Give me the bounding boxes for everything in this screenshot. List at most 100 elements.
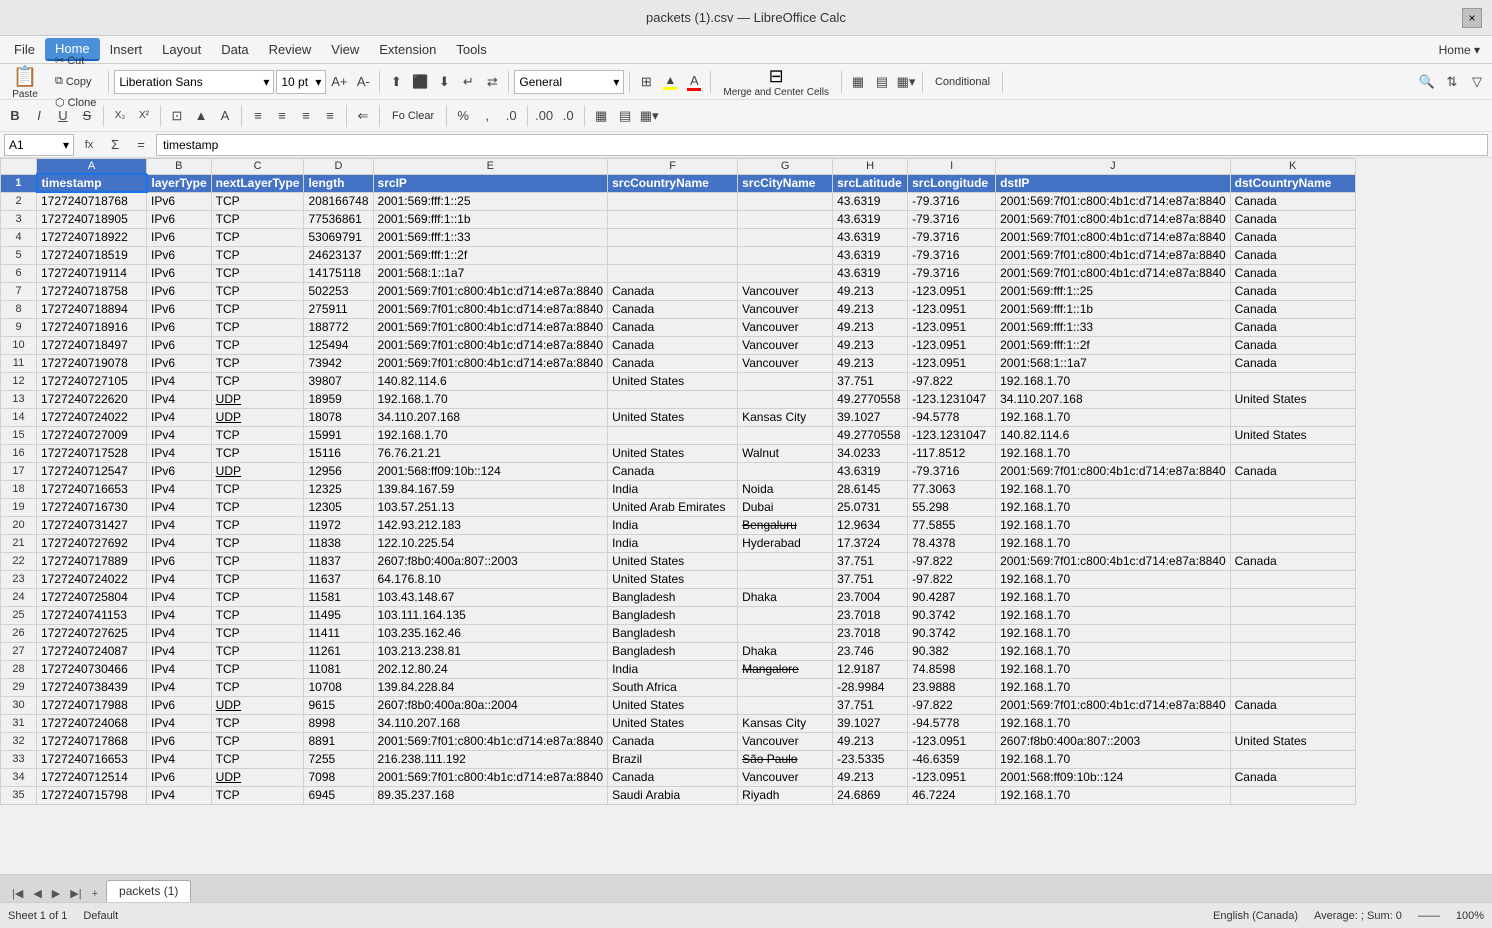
table-cell[interactable]: 1727240738439 xyxy=(37,678,147,696)
table-cell[interactable]: 2001:569:7f01:c800:4b1c:d714:e87a:8840 xyxy=(373,282,608,300)
close-button[interactable]: × xyxy=(1462,8,1482,28)
sheet-table-container[interactable]: A B C D E F G H I J K xyxy=(0,158,1492,874)
table-cell[interactable]: 1727240712547 xyxy=(37,462,147,480)
table-cell[interactable]: UDP xyxy=(211,390,304,408)
table-cell[interactable]: TCP xyxy=(211,714,304,732)
table-cell[interactable]: 2001:568:1::1a7 xyxy=(996,354,1231,372)
table-cell[interactable]: 140.82.114.6 xyxy=(373,372,608,390)
table-cell[interactable] xyxy=(1230,606,1355,624)
table-cell[interactable]: 43.6319 xyxy=(833,192,908,210)
table-cell[interactable]: United States xyxy=(608,714,738,732)
table-cell[interactable]: Kansas City xyxy=(738,714,833,732)
table-cell[interactable]: 43.6319 xyxy=(833,264,908,282)
table-cell[interactable]: 103.57.251.13 xyxy=(373,498,608,516)
table-cell[interactable] xyxy=(608,192,738,210)
table-cell[interactable]: 17.3724 xyxy=(833,534,908,552)
table-cell[interactable]: 192.168.1.70 xyxy=(996,714,1231,732)
cell-d1[interactable]: length xyxy=(304,174,373,192)
table-cell[interactable]: TCP xyxy=(211,624,304,642)
table-cell[interactable] xyxy=(738,264,833,282)
table-cell[interactable]: 25.0731 xyxy=(833,498,908,516)
table-cell[interactable]: -97.822 xyxy=(908,570,996,588)
table-cell[interactable]: Canada xyxy=(1230,336,1355,354)
table-cell[interactable]: 11581 xyxy=(304,588,373,606)
table-cell[interactable]: 77536861 xyxy=(304,210,373,228)
table-cell[interactable]: Bangladesh xyxy=(608,588,738,606)
table-cell[interactable]: 192.168.1.70 xyxy=(996,570,1231,588)
table-cell[interactable]: 2001:569:7f01:c800:4b1c:d714:e87a:8840 xyxy=(996,696,1231,714)
table-cell[interactable]: 1727240727625 xyxy=(37,624,147,642)
table-cell[interactable]: 37.751 xyxy=(833,372,908,390)
table-cell[interactable]: 11081 xyxy=(304,660,373,678)
table-cell[interactable]: 192.168.1.70 xyxy=(373,390,608,408)
sheet-tab-packets[interactable]: packets (1) xyxy=(106,880,191,902)
table-cell[interactable]: IPv4 xyxy=(147,516,212,534)
table-cell[interactable]: 2001:568:ff09:10b::124 xyxy=(996,768,1231,786)
table-cell[interactable]: 1727240716653 xyxy=(37,750,147,768)
col-header-f[interactable]: F xyxy=(608,159,738,175)
equals-button[interactable]: = xyxy=(130,134,152,156)
table-cell[interactable]: South Africa xyxy=(608,678,738,696)
formula-input[interactable]: timestamp xyxy=(156,134,1488,156)
table-cell[interactable]: 1727240718916 xyxy=(37,318,147,336)
table-cell[interactable] xyxy=(1230,570,1355,588)
table-cell[interactable]: IPv6 xyxy=(147,282,212,300)
table-cell[interactable]: Canada xyxy=(1230,192,1355,210)
cell-i1[interactable]: srcLongitude xyxy=(908,174,996,192)
table-cell[interactable]: -123.0951 xyxy=(908,282,996,300)
sum-button[interactable]: Σ xyxy=(104,134,126,156)
table-cell[interactable]: TCP xyxy=(211,444,304,462)
table-cell[interactable]: 23.7018 xyxy=(833,624,908,642)
table-cell[interactable]: IPv6 xyxy=(147,696,212,714)
table-cell[interactable]: Dhaka xyxy=(738,642,833,660)
merge-center-button[interactable]: ⊟ Merge and Center Cells xyxy=(716,63,836,101)
table-cell[interactable]: 18959 xyxy=(304,390,373,408)
font-size-selector[interactable]: 10 pt ▾ xyxy=(276,70,326,94)
table-cell[interactable] xyxy=(608,390,738,408)
table-cell[interactable]: -94.5778 xyxy=(908,714,996,732)
cell-style-button[interactable]: ▦ xyxy=(847,71,869,93)
table-cell[interactable]: Canada xyxy=(1230,354,1355,372)
table-cell[interactable] xyxy=(738,552,833,570)
table-cell[interactable]: IPv4 xyxy=(147,678,212,696)
table-cell[interactable]: IPv6 xyxy=(147,354,212,372)
zoom-slider[interactable]: —— xyxy=(1418,910,1440,922)
table-cell[interactable]: UDP xyxy=(211,462,304,480)
table-cell[interactable]: 10708 xyxy=(304,678,373,696)
table-cell[interactable]: 1727240719078 xyxy=(37,354,147,372)
table-cell[interactable]: 43.6319 xyxy=(833,228,908,246)
table-cell[interactable]: Vancouver xyxy=(738,768,833,786)
table-cell[interactable]: -123.0951 xyxy=(908,732,996,750)
font-color-button[interactable]: A xyxy=(683,71,705,93)
table-cell[interactable]: IPv6 xyxy=(147,264,212,282)
col-header-j[interactable]: J xyxy=(996,159,1231,175)
table-cell[interactable]: TCP xyxy=(211,264,304,282)
col-header-b[interactable]: B xyxy=(147,159,212,175)
table-cell[interactable]: 49.213 xyxy=(833,318,908,336)
table-cell[interactable]: 34.110.207.168 xyxy=(996,390,1231,408)
table-cell[interactable]: 2001:569:fff:1::25 xyxy=(996,282,1231,300)
table-cell[interactable]: -123.0951 xyxy=(908,354,996,372)
table-cell[interactable]: 77.5855 xyxy=(908,516,996,534)
table-cell[interactable]: United States xyxy=(608,570,738,588)
table-cell[interactable]: TCP xyxy=(211,354,304,372)
table-cell[interactable]: IPv4 xyxy=(147,786,212,804)
table-cell[interactable]: 1727240718894 xyxy=(37,300,147,318)
table-cell[interactable]: 2001:569:7f01:c800:4b1c:d714:e87a:8840 xyxy=(996,462,1231,480)
table-cell[interactable]: 1727240727009 xyxy=(37,426,147,444)
table-cell[interactable]: 1727240725804 xyxy=(37,588,147,606)
table-cell[interactable]: 192.168.1.70 xyxy=(996,408,1231,426)
text-wrap-button[interactable]: ↵ xyxy=(457,71,479,93)
table-cell[interactable]: 34.110.207.168 xyxy=(373,408,608,426)
borders-button[interactable]: ⊞ xyxy=(635,71,657,93)
table-cell[interactable]: 2001:569:fff:1::2f xyxy=(996,336,1231,354)
tab-nav-last[interactable]: ▶| xyxy=(66,885,85,902)
table-cell[interactable]: 1727240718768 xyxy=(37,192,147,210)
table-cell[interactable]: TCP xyxy=(211,480,304,498)
text-direction-button[interactable]: ⇄ xyxy=(481,71,503,93)
table-cell[interactable]: Canada xyxy=(608,732,738,750)
table-cell[interactable]: Vancouver xyxy=(738,300,833,318)
table-cell[interactable]: 192.168.1.70 xyxy=(996,660,1231,678)
table-cell[interactable]: Vancouver xyxy=(738,336,833,354)
table-cell[interactable]: Kansas City xyxy=(738,408,833,426)
